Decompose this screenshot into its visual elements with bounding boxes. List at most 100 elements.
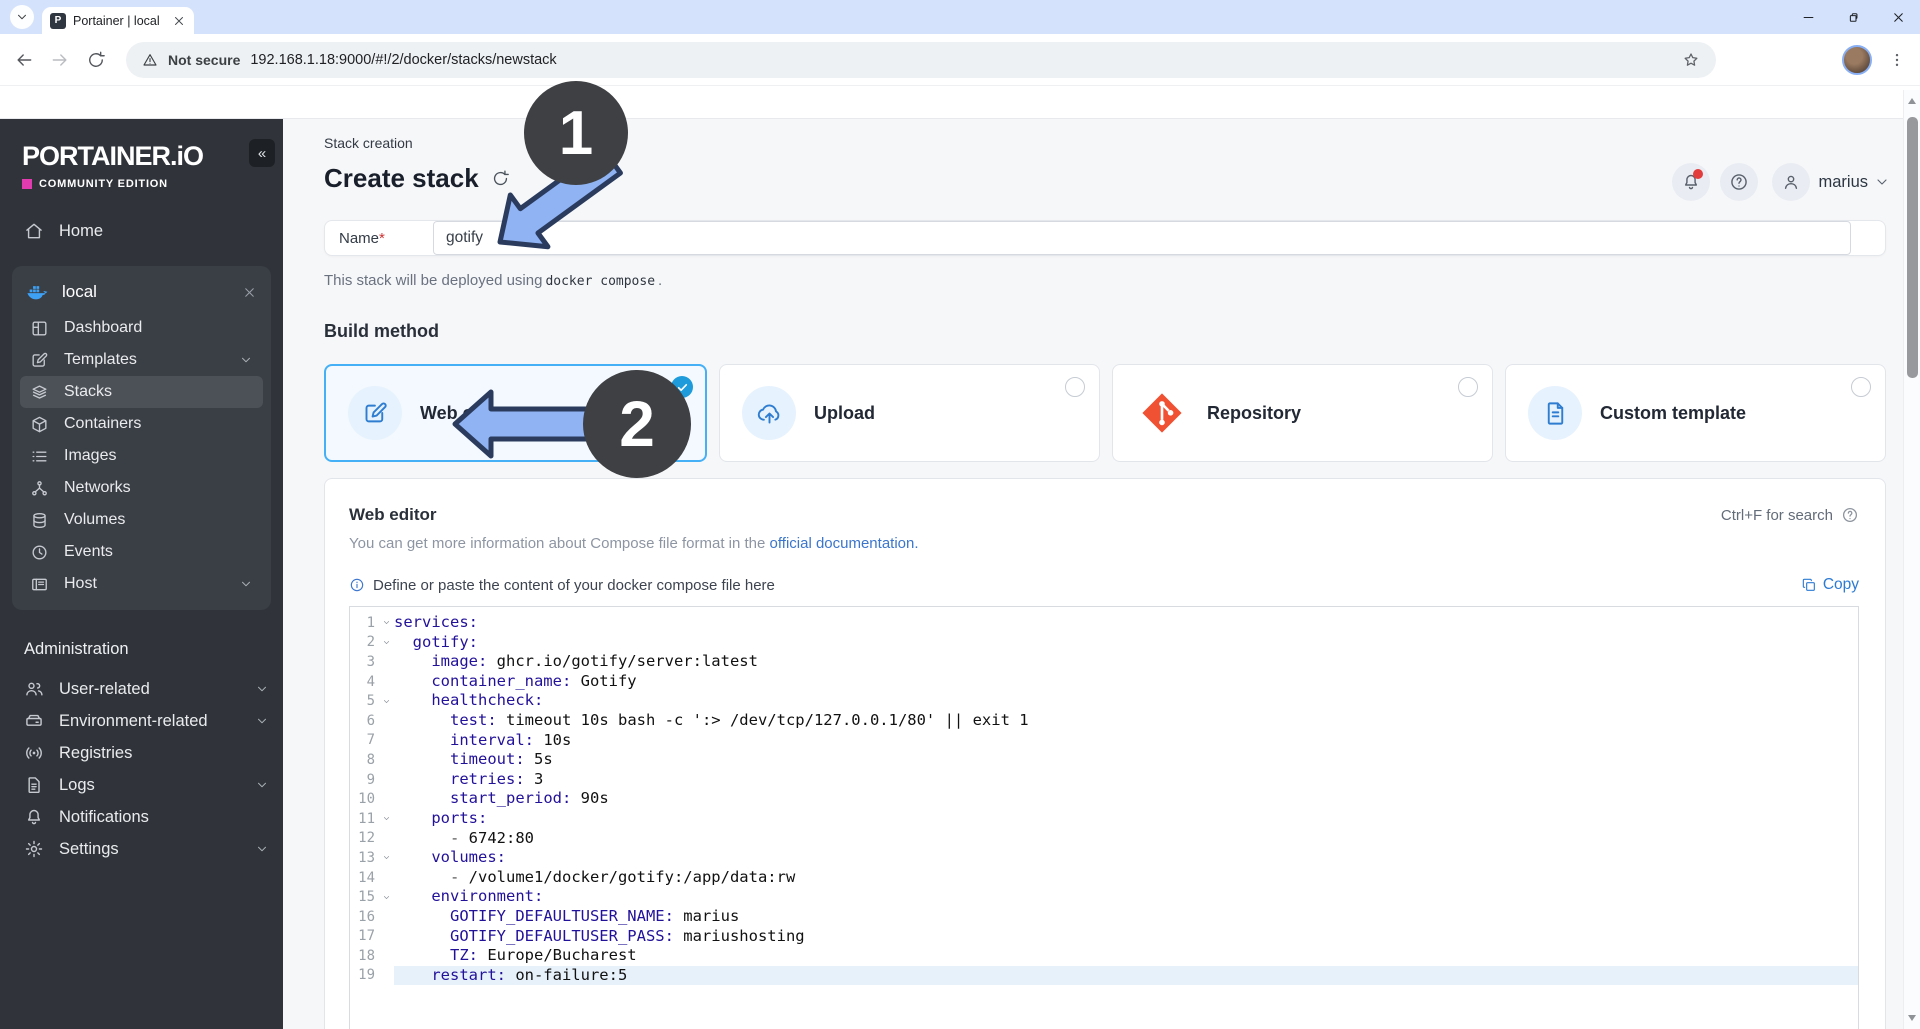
scrollbar-up-arrow[interactable] <box>1908 98 1916 104</box>
stack-name-input[interactable] <box>433 221 1851 255</box>
portainer-favicon: P <box>50 12 66 29</box>
edit-icon <box>348 386 402 440</box>
sidebar-item-environment-related[interactable]: Environment-related <box>0 705 283 737</box>
user-icon <box>1781 172 1801 192</box>
refresh-icon[interactable] <box>491 169 510 188</box>
sidebar-item-label: Dashboard <box>64 319 143 336</box>
build-method-custom-template[interactable]: Custom template <box>1505 364 1886 462</box>
build-method-upload[interactable]: Upload <box>719 364 1100 462</box>
environment-header[interactable]: local <box>12 272 271 312</box>
scrollbar-thumb[interactable] <box>1907 117 1918 378</box>
url-bar[interactable]: Not secure 192.168.1.18:9000/#!/2/docker… <box>126 41 1716 78</box>
scrollbar-down-arrow[interactable] <box>1908 1015 1916 1021</box>
sidebar-item-networks[interactable]: Networks <box>20 472 263 504</box>
minimize-icon[interactable] <box>1801 10 1816 25</box>
portainer-logo: PORTAINER.iO <box>22 141 204 171</box>
chevron-down-icon <box>255 842 269 856</box>
sidebar-item-templates[interactable]: Templates <box>20 344 263 376</box>
code-text: - 6742:80 <box>450 828 534 847</box>
search-hint: Ctrl+F for search <box>1721 506 1859 524</box>
not-secure-warning-icon[interactable] <box>142 52 158 68</box>
drive-icon <box>24 711 44 731</box>
sidebar-item-images[interactable]: Images <box>20 440 263 472</box>
build-method-repository[interactable]: Repository <box>1112 364 1493 462</box>
radio-button[interactable] <box>1851 377 1871 397</box>
gear-icon <box>24 839 44 859</box>
sidebar-item-home[interactable]: Home <box>0 214 283 248</box>
page-scrollbar[interactable] <box>1903 90 1920 1029</box>
browser-toolbar: Not secure 192.168.1.18:9000/#!/2/docker… <box>0 34 1920 86</box>
fold-icon[interactable] <box>379 853 394 862</box>
line-number: 6 <box>366 712 375 729</box>
browser-menu-icon[interactable] <box>1888 51 1906 69</box>
browser-tab[interactable]: P Portainer | local <box>42 7 194 34</box>
box-icon <box>30 415 49 434</box>
code-text: GOTIFY_DEFAULTUSER_NAME: marius <box>450 906 740 925</box>
restore-icon[interactable] <box>1846 10 1861 25</box>
code-text: ports: <box>431 808 488 827</box>
username: marius <box>1818 172 1868 191</box>
reload-icon[interactable] <box>86 50 106 70</box>
browser-profile-avatar[interactable] <box>1842 44 1872 75</box>
sidebar-item-label: Templates <box>64 351 137 368</box>
radio-button[interactable] <box>1458 377 1478 397</box>
sidebar-item-settings[interactable]: Settings <box>0 833 283 865</box>
code-line-2: 2 gotify: <box>350 632 1858 653</box>
user-menu-button[interactable] <box>1772 163 1811 201</box>
sidebar-item-notifications[interactable]: Notifications <box>0 801 283 833</box>
network-icon <box>30 479 49 498</box>
code-text: restart: on-failure:5 <box>431 965 628 984</box>
sidebar-item-events[interactable]: Events <box>20 536 263 568</box>
fold-icon[interactable] <box>379 893 394 902</box>
chevron-down-icon[interactable] <box>1874 174 1890 190</box>
sidebar-item-dashboard[interactable]: Dashboard <box>20 312 263 344</box>
administration-heading: Administration <box>24 640 129 658</box>
chevron-down-icon <box>255 682 269 696</box>
bookmark-star-icon[interactable] <box>1682 51 1700 69</box>
environment-close-icon[interactable] <box>242 285 257 300</box>
sidebar-item-stacks[interactable]: Stacks <box>20 376 263 408</box>
radio-button[interactable] <box>1065 377 1085 397</box>
sidebar-item-registries[interactable]: Registries <box>0 737 283 769</box>
code-line-19: 19 restart: on-failure:5 <box>350 965 1858 986</box>
sidebar-item-label: Host <box>64 575 97 592</box>
sidebar-item-label: Home <box>59 221 104 240</box>
official-documentation-link[interactable]: official documentation. <box>770 535 919 552</box>
sidebar-item-label: Events <box>64 543 113 560</box>
code-line-13: 13 volumes: <box>350 848 1858 868</box>
code-line-7: 7 interval: 10s <box>350 730 1858 751</box>
notifications-button[interactable] <box>1672 163 1711 201</box>
code-text: GOTIFY_DEFAULTUSER_PASS: mariushosting <box>450 926 805 945</box>
code-line-16: 16 GOTIFY_DEFAULTUSER_NAME: marius <box>350 906 1858 927</box>
broadcast-icon <box>24 743 44 763</box>
copy-button[interactable]: Copy <box>1801 576 1859 594</box>
sidebar-item-volumes[interactable]: Volumes <box>20 504 263 536</box>
fold-icon[interactable] <box>379 697 394 706</box>
upload-icon <box>742 386 796 440</box>
sidebar-collapse-button[interactable]: « <box>249 139 275 167</box>
sidebar-item-host[interactable]: Host <box>20 568 263 600</box>
help-button[interactable] <box>1720 163 1759 201</box>
build-method-label: Custom template <box>1600 402 1747 423</box>
fold-icon[interactable] <box>379 618 394 627</box>
build-method-label: Upload <box>814 402 875 423</box>
fold-icon[interactable] <box>379 814 394 823</box>
clock-icon <box>30 543 49 562</box>
compose-code-editor[interactable]: 1 services: 2 gotify: 3 image: ghcr.io/goti… <box>349 606 1859 1029</box>
question-icon[interactable] <box>1841 506 1859 524</box>
line-number: 14 <box>358 869 375 886</box>
sidebar-item-containers[interactable]: Containers <box>20 408 263 440</box>
back-icon[interactable] <box>14 50 34 70</box>
sidebar-item-logs[interactable]: Logs <box>0 769 283 801</box>
tab-close-icon[interactable] <box>172 14 186 28</box>
sidebar-item-user-related[interactable]: User-related <box>0 673 283 705</box>
tab-search-button[interactable] <box>10 5 34 29</box>
code-line-8: 8 timeout: 5s <box>350 750 1858 770</box>
code-text: start_period: 90s <box>450 789 609 808</box>
forward-icon[interactable] <box>50 50 70 70</box>
line-number: 2 <box>366 634 375 651</box>
page-top-gap <box>0 86 1920 118</box>
window-close-icon[interactable] <box>1891 10 1906 25</box>
fold-icon[interactable] <box>379 638 394 647</box>
deploy-code: docker compose <box>545 274 656 289</box>
